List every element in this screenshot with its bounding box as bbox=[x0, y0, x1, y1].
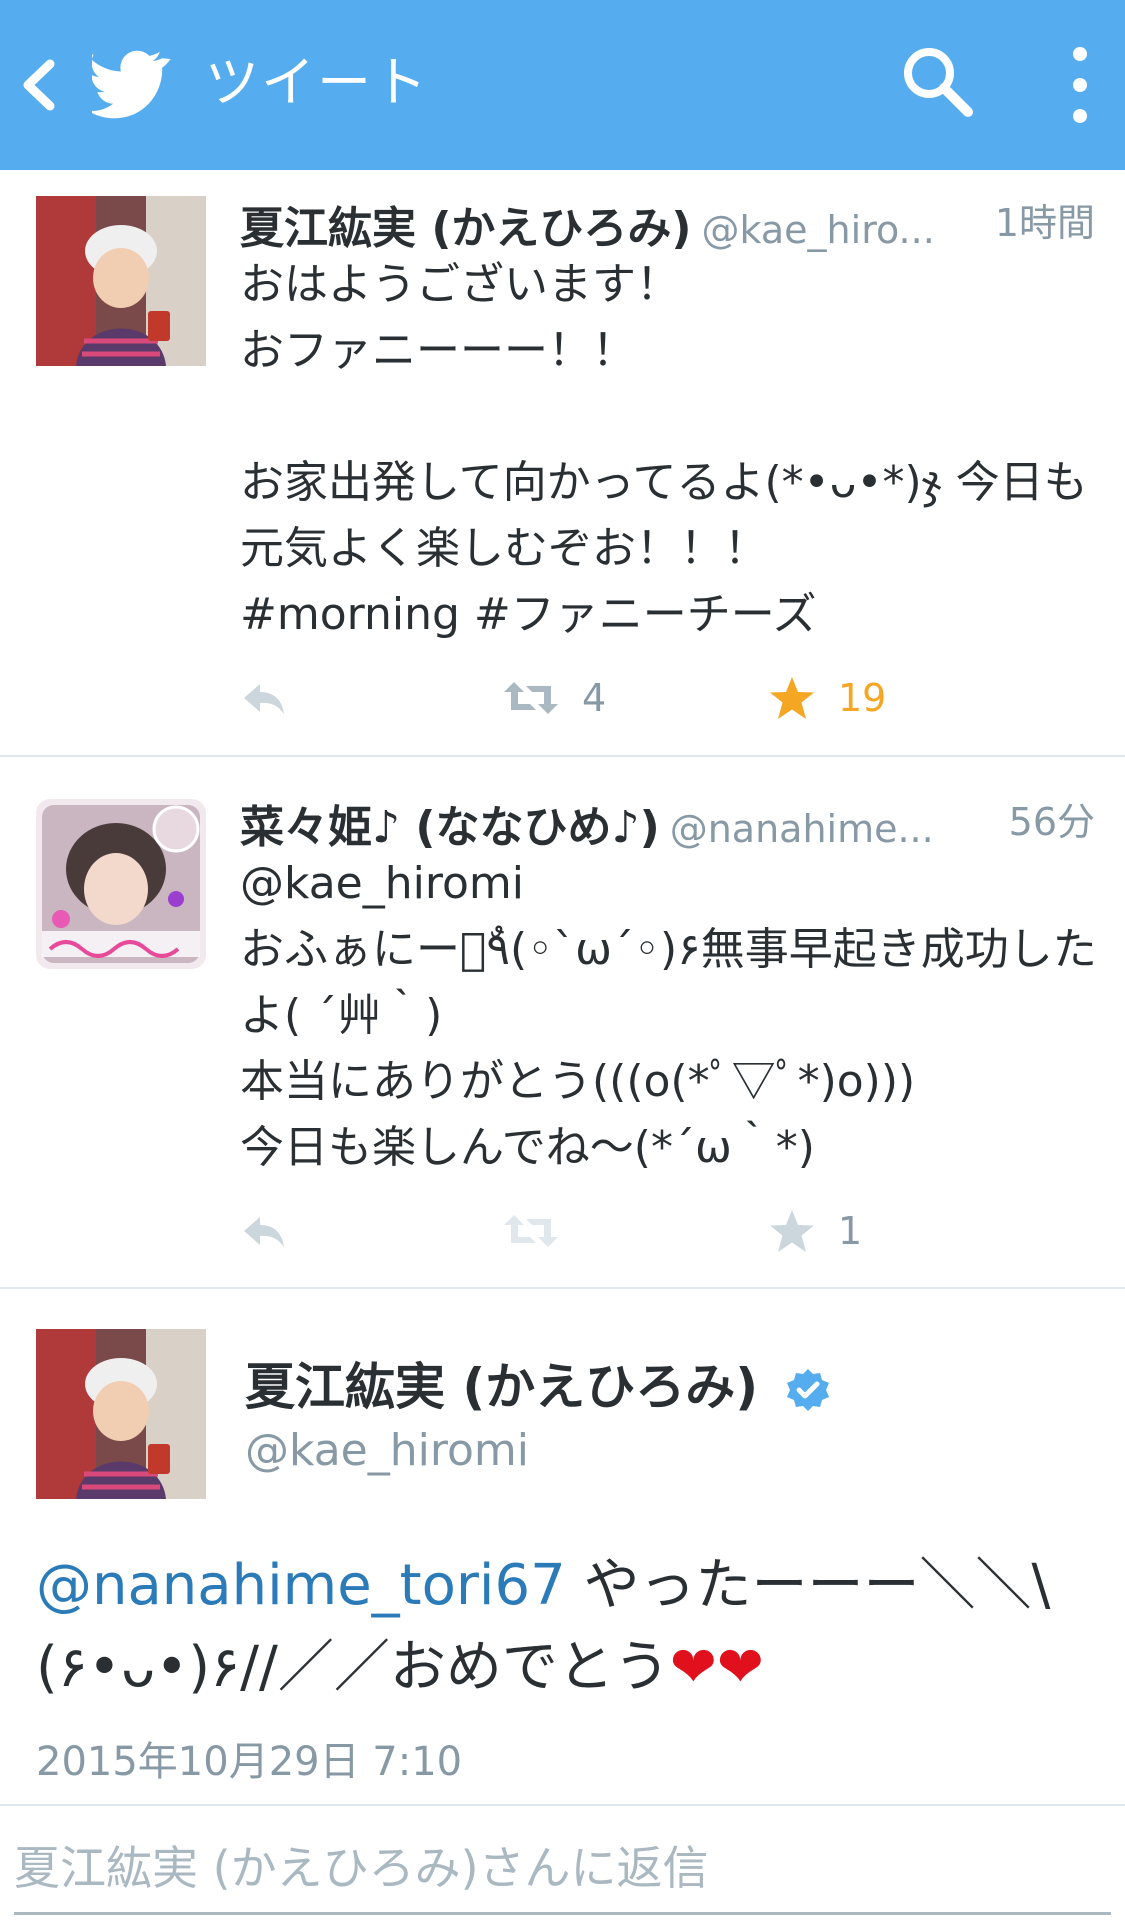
tweet-item[interactable]: 夏江紘実 (かえひろみ) @kae_hiro... 1時間 おはようございます！ … bbox=[0, 170, 1125, 755]
divider bbox=[0, 1804, 1125, 1806]
tweet-time: 56分 bbox=[1002, 791, 1095, 846]
mention-link[interactable]: @nanahime_tori67 bbox=[36, 1553, 566, 1618]
retweet-icon bbox=[502, 678, 560, 718]
tweet-actions: 1 bbox=[240, 1201, 940, 1261]
reply-input[interactable]: 夏江紘実 (かえひろみ)さんに返信 bbox=[14, 1832, 709, 1898]
favorite-count: 19 bbox=[838, 676, 887, 720]
tweet-actions: 4 19 bbox=[240, 668, 940, 728]
page-title: ツイート bbox=[205, 51, 429, 114]
tweet-timestamp: 2015年10月29日 7:10 bbox=[36, 1739, 463, 1785]
retweet-icon bbox=[502, 1211, 560, 1251]
tweet-text: @nanahime_tori67 やったーーー＼＼\(۶•ᴗ•)۶//／／おめで… bbox=[36, 1545, 1095, 1709]
favorite-count: 1 bbox=[838, 1209, 863, 1253]
tweet-item[interactable]: 菜々姫♪ (ななひめ♪) @nanahime... 56分 @kae_hiromi… bbox=[0, 757, 1125, 1287]
favorite-button[interactable]: 1 bbox=[768, 1201, 862, 1261]
reply-icon bbox=[240, 678, 288, 718]
back-arrow-icon[interactable] bbox=[14, 50, 64, 120]
avatar[interactable] bbox=[36, 799, 206, 969]
author-handle[interactable]: @kae_hiro... bbox=[702, 208, 935, 252]
tweet-time: 1時間 bbox=[988, 192, 1095, 247]
tweet-detail: 夏江紘実 (かえひろみ) @kae_hiromi @nanahime_tori6… bbox=[0, 1289, 1125, 1804]
favorite-button[interactable]: 19 bbox=[768, 668, 886, 728]
reply-icon bbox=[240, 1211, 288, 1251]
retweet-button[interactable]: 4 bbox=[502, 668, 606, 728]
author-name[interactable]: 夏江紘実 (かえひろみ) bbox=[245, 1347, 832, 1419]
author-handle[interactable]: @nanahime... bbox=[670, 807, 934, 851]
search-icon[interactable] bbox=[898, 42, 976, 120]
verified-badge-icon bbox=[784, 1367, 832, 1415]
author-name-text: 夏江紘実 (かえひろみ) bbox=[245, 1358, 759, 1416]
retweet-button[interactable] bbox=[502, 1201, 582, 1261]
avatar[interactable] bbox=[36, 196, 206, 366]
tweet-text: おはようございます！ おファニーーー！！ お家出発して向かってるよ(*•ᴗ•*)… bbox=[240, 259, 1088, 640]
tweet-text: @kae_hiromi おふぁにーーٌ٩(◦`ω´◦)۶無事早起き成功したよ( … bbox=[240, 858, 1097, 1173]
overflow-menu-icon[interactable] bbox=[1058, 42, 1102, 128]
author-name[interactable]: 夏江紘実 (かえひろみ) bbox=[240, 203, 692, 252]
author-name[interactable]: 菜々姫♪ (ななひめ♪) bbox=[240, 802, 660, 851]
star-icon bbox=[768, 1208, 816, 1254]
avatar[interactable] bbox=[36, 1329, 206, 1499]
tweet-header: 菜々姫♪ (ななひめ♪) @nanahime... 56分 bbox=[240, 791, 1095, 851]
tweet-header: 夏江紘実 (かえひろみ) @kae_hiro... 1時間 bbox=[240, 192, 1095, 252]
star-icon bbox=[768, 675, 816, 721]
retweet-count: 4 bbox=[582, 676, 607, 720]
reply-button[interactable] bbox=[240, 668, 288, 728]
reply-input-underline bbox=[14, 1912, 1111, 1915]
reply-button[interactable] bbox=[240, 1201, 288, 1261]
twitter-bird-icon bbox=[92, 45, 174, 125]
author-handle[interactable]: @kae_hiromi bbox=[245, 1425, 529, 1476]
top-app-bar: ツイート bbox=[0, 0, 1125, 170]
heart-emoji: ❤❤ bbox=[669, 1635, 764, 1700]
